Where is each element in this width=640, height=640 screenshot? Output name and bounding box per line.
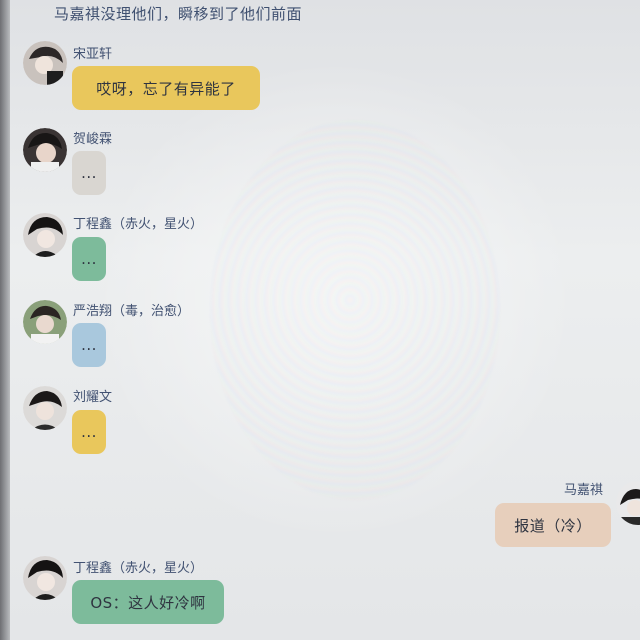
message-bubble[interactable]: ...: [72, 237, 106, 281]
sender-name: 宋亚轩: [73, 47, 113, 62]
avatar-icon[interactable]: [23, 213, 67, 257]
message-bubble[interactable]: ...: [72, 410, 106, 454]
avatar-icon[interactable]: [23, 128, 67, 172]
sender-name: 马嘉祺: [564, 483, 604, 498]
narration-text: 马嘉祺没理他们，瞬移到了他们前面: [54, 5, 303, 23]
sender-name: 刘耀文: [73, 390, 113, 405]
message-bubble[interactable]: 哎呀，忘了有异能了: [72, 66, 260, 110]
message-bubble[interactable]: OS：这人好冷啊: [72, 580, 224, 624]
chat-screen: 马嘉祺没理他们，瞬移到了他们前面 宋亚轩 哎呀，忘了有异能了 贺峻霖 ... 丁…: [0, 0, 640, 640]
message-bubble[interactable]: ...: [72, 151, 106, 195]
avatar-icon[interactable]: [23, 300, 67, 344]
sender-name: 贺峻霖: [73, 132, 113, 147]
sender-name: 严浩翔（毒，治愈）: [73, 304, 191, 319]
screen-glare: [210, 120, 500, 500]
screen-bezel: [0, 0, 10, 640]
avatar-icon[interactable]: [23, 41, 67, 85]
avatar-icon[interactable]: [23, 386, 67, 430]
avatar-icon[interactable]: [616, 481, 640, 525]
message-bubble[interactable]: 报道（冷）: [495, 503, 611, 547]
sender-name: 丁程鑫（赤火，星火）: [73, 561, 204, 576]
message-bubble[interactable]: ...: [72, 323, 106, 367]
sender-name: 丁程鑫（赤火，星火）: [73, 217, 204, 232]
avatar-icon[interactable]: [23, 556, 67, 600]
